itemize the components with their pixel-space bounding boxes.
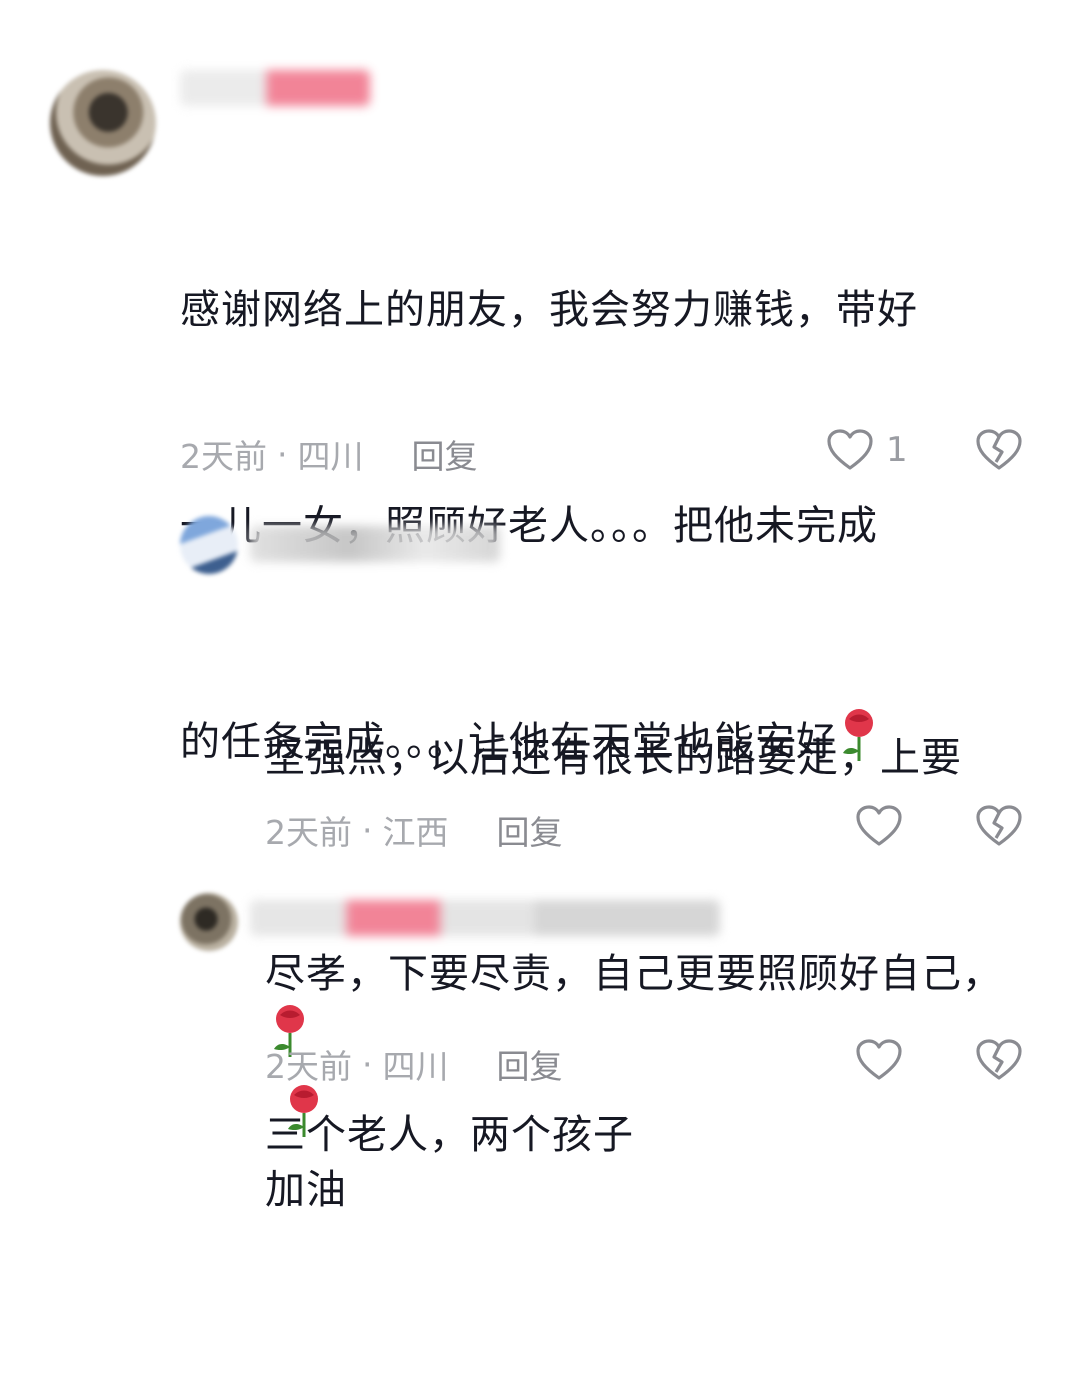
comment-location: 四川 bbox=[297, 437, 364, 476]
avatar[interactable] bbox=[180, 516, 238, 574]
comment-time: 2天前 bbox=[180, 437, 267, 476]
comment-meta: 2天前 · 江西 回复 bbox=[265, 806, 563, 854]
dislike-button[interactable] bbox=[975, 804, 1023, 848]
reply-button[interactable]: 回复 bbox=[412, 430, 478, 478]
comment-line: 感谢网络上的朋友，我会努力赚钱，带好 bbox=[180, 287, 918, 333]
heart-outline-icon bbox=[856, 1039, 902, 1080]
reply-button[interactable]: 回复 bbox=[497, 1040, 563, 1088]
comment-text: 三个老人，两个孩子 bbox=[265, 955, 1065, 1315]
comment-location: 江西 bbox=[382, 813, 449, 852]
broken-heart-icon bbox=[976, 1039, 1022, 1080]
like-button[interactable] bbox=[855, 1038, 903, 1082]
meta-separator: · bbox=[362, 810, 373, 850]
avatar[interactable] bbox=[50, 70, 156, 176]
comment-time: 2天前 bbox=[265, 813, 352, 852]
comment-location: 四川 bbox=[382, 1047, 449, 1086]
broken-heart-icon bbox=[976, 429, 1022, 470]
broken-heart-icon bbox=[976, 805, 1022, 846]
heart-outline-icon bbox=[827, 429, 873, 470]
like-button[interactable] bbox=[855, 804, 903, 848]
comment-meta: 2天前 · 四川 回复 bbox=[265, 1040, 563, 1088]
avatar[interactable] bbox=[180, 893, 238, 951]
heart-outline-icon bbox=[856, 805, 902, 846]
reply-button[interactable]: 回复 bbox=[497, 806, 563, 854]
comment-time: 2天前 bbox=[265, 1047, 352, 1086]
dislike-button[interactable] bbox=[975, 428, 1023, 472]
meta-separator: · bbox=[277, 434, 288, 474]
like-button[interactable]: 1 bbox=[826, 428, 908, 472]
username-redacted[interactable] bbox=[180, 70, 370, 106]
comment-meta: 2天前 · 四川 回复 bbox=[180, 430, 478, 478]
username-redacted[interactable] bbox=[250, 900, 720, 936]
meta-separator: · bbox=[362, 1044, 373, 1084]
dislike-button[interactable] bbox=[975, 1038, 1023, 1082]
username-redacted[interactable] bbox=[250, 526, 500, 562]
comment-line: 三个老人，两个孩子 bbox=[265, 1112, 634, 1158]
comment-line: 坚强点，以后还有很长的路要走，上要 bbox=[265, 735, 962, 781]
like-count: 1 bbox=[886, 430, 908, 470]
